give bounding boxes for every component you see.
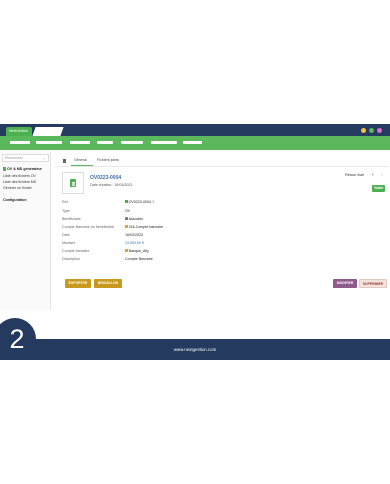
sidebar-item-liste-ov[interactable]: Liste des fichiers OV [3,174,36,178]
menu-item-2[interactable] [36,141,62,144]
field-label-date: Date [62,233,70,237]
app-tab-secondary[interactable] [32,127,64,136]
field-label-ref: Réf. [62,200,69,204]
window-dot-green[interactable] [369,128,374,133]
document-icon [3,167,6,171]
field-label-type: Type [62,209,70,213]
field-label-montant: Montant [62,241,75,245]
file-icon [63,159,66,163]
field-label-compte-beneficiaire: Compte Bancaire du bénéficiaire [62,225,115,229]
export-button[interactable]: EXPORTER [65,279,91,288]
chevron-down-icon[interactable]: ⌄ [43,155,46,161]
sidebar-group-ov-md[interactable]: OV & MD générateur [3,167,42,171]
status-badge: Validé [372,185,386,192]
menu-item-5[interactable] [121,141,143,144]
field-value-beneficiaire-text[interactable]: Associés [129,217,143,221]
field-value-ref: OV0223-0004 ⚲ [125,200,155,204]
draft-button[interactable]: BROUILLON [94,279,122,288]
window-dot-yellow[interactable] [361,128,366,133]
sidebar: Rechercher ⌄ OV & MD générateur Liste de… [0,152,51,310]
menu-item-4[interactable] [97,141,113,144]
field-label-compte-bancaire: Compte bancaire [62,249,90,253]
record-creation-date: Date création : 16/03/2023 [90,183,133,187]
sidebar-search-placeholder: Rechercher [5,156,24,160]
field-value-compte-beneficiaire-text[interactable]: 316-Compte bancaire [129,225,164,229]
sidebar-item-liste-md[interactable]: Liste des fichiers MD [3,180,36,184]
back-to-list-link[interactable]: Retour liste [345,173,364,177]
document-icon [70,179,76,187]
field-value-date: 16/03/2023 [125,233,143,237]
sidebar-item-generer[interactable]: Générer un fichier [3,186,32,190]
edit-button[interactable]: MODIFIER [333,279,357,288]
bank-icon [125,225,128,229]
field-value-type: OV [125,209,131,213]
sidebar-group-label: OV & MD générateur [7,167,42,171]
delete-button[interactable]: SUPPRIMER [359,279,387,288]
field-value-compte-bancaire-text[interactable]: Banque_Ally [129,249,149,253]
field-value-compte-beneficiaire: 316-Compte bancaire [125,225,163,229]
next-record-icon[interactable]: › [381,172,383,178]
menu-item-7[interactable] [183,141,202,144]
footer-website: www.nextgestion.com [173,347,217,352]
window-dot-pink[interactable] [377,128,382,133]
field-value-beneficiaire: Associés [125,217,143,221]
tab-general[interactable]: Général [74,158,87,162]
field-value-description: Compte Bancaire [125,257,153,261]
bank-icon [125,249,128,253]
window-controls [361,128,382,133]
menu-item-1[interactable] [10,141,30,144]
field-label-description: Description [62,257,80,261]
divider [55,166,389,167]
field-label-beneficiaire: Bénéficiaire [62,217,81,221]
field-value-montant: 23 500,00 € [125,241,144,245]
menu-item-3[interactable] [70,141,90,144]
field-value-compte-bancaire: Banque_Ally [125,249,149,253]
menu-item-6[interactable] [151,141,177,144]
previous-record-icon[interactable]: ‹ [372,172,374,178]
record-title: OV0223-0004 [90,175,122,181]
app-tab[interactable]: NextGestion [6,127,32,136]
record-avatar [62,172,84,194]
building-icon [125,217,128,221]
sidebar-item-configuration[interactable]: Configuration [3,198,27,202]
tab-fichiers-joints[interactable]: Fichiers joints [97,158,119,162]
field-value-ref-text: OV0223-0004 [128,200,151,204]
sidebar-search[interactable]: Rechercher ⌄ [2,154,49,162]
document-icon [125,200,128,204]
search-icon[interactable]: ⚲ [152,200,155,204]
